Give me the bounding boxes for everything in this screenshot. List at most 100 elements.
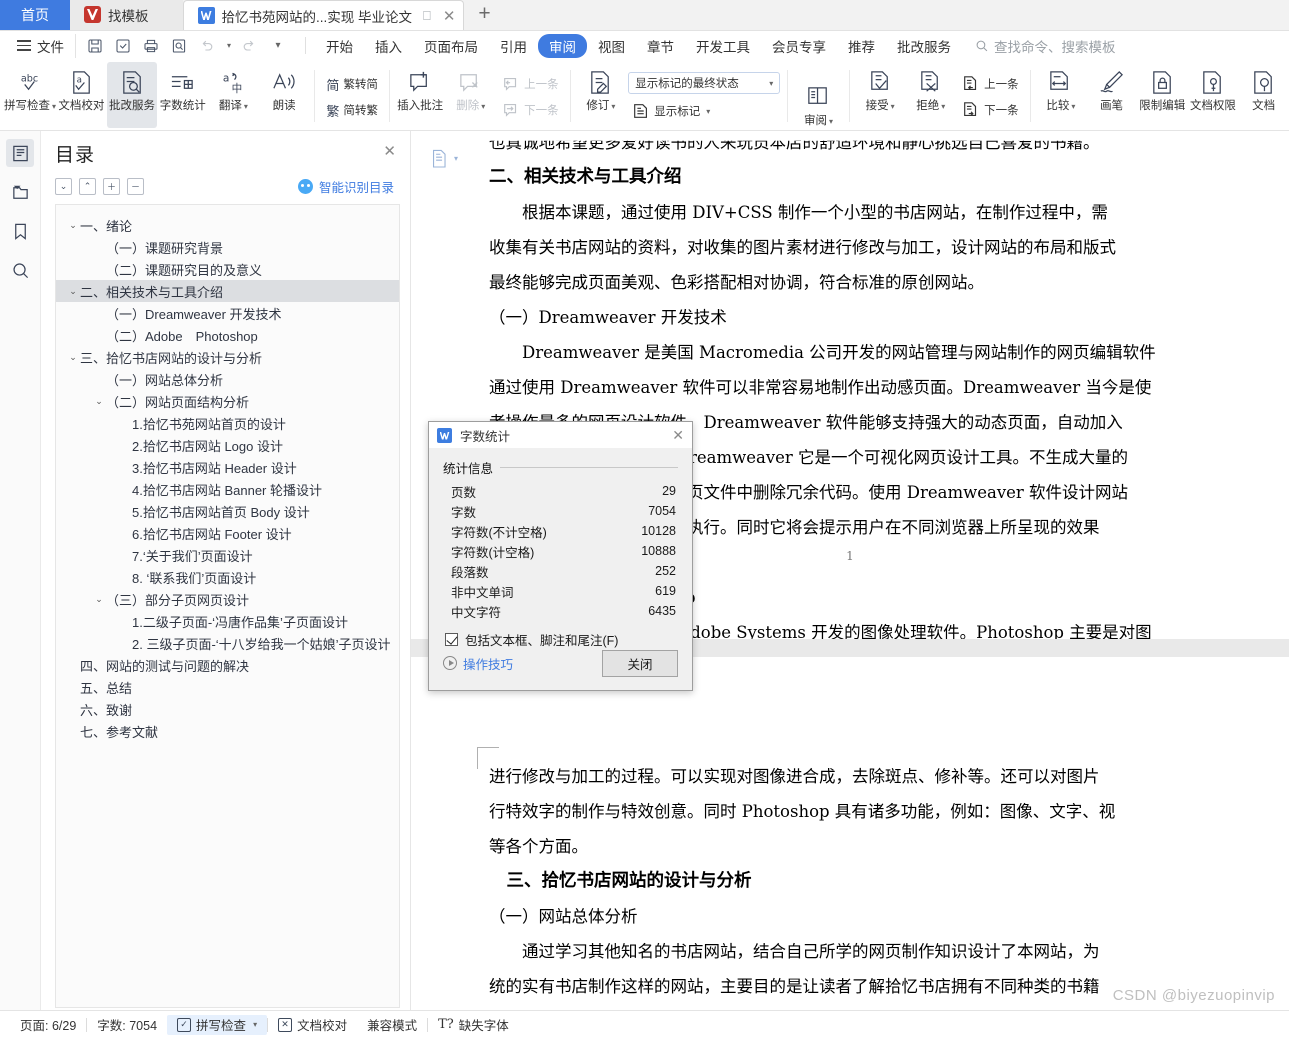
toc-item[interactable]: 五、总结 — [56, 676, 399, 698]
toc-item[interactable]: （二）课题研究目的及意义 — [56, 258, 399, 280]
outline-panel-icon[interactable] — [6, 139, 34, 167]
ribbon-prev-comment[interactable]: 上一条 — [498, 71, 563, 97]
chevron-down-icon[interactable]: ⌄ — [92, 594, 106, 605]
toc-item[interactable]: 1.拾忆书苑网站首页的设计 — [56, 412, 399, 434]
toc-item[interactable]: （一）网站总体分析 — [56, 368, 399, 390]
ribbon-accept[interactable]: 接受 ▾ — [855, 62, 906, 128]
save-as-icon[interactable] — [110, 34, 136, 58]
toc-item[interactable]: ⌄ 三、拾忆书店网站的设计与分析 — [56, 346, 399, 368]
toc-item[interactable]: 1.二级子页面-‘冯唐作品集’子页面设计 — [56, 610, 399, 632]
ribbon-trad-to-simp[interactable]: 简 繁转简 — [322, 71, 382, 97]
toc-item[interactable]: 4.拾忆书店网站 Banner 轮播设计 — [56, 478, 399, 500]
ribbon-proofread[interactable]: a 文档校对 — [56, 62, 107, 128]
menu-item-member[interactable]: 会员专享 — [761, 34, 837, 58]
ribbon-next-comment[interactable]: 下一条 — [498, 97, 563, 123]
chapter-panel-icon[interactable] — [6, 178, 34, 206]
ribbon-doc-permission[interactable]: 文档权限 — [1188, 62, 1239, 128]
toc-item[interactable]: 6.拾忆书店网站 Footer 设计 — [56, 522, 399, 544]
chevron-down-icon[interactable]: ⌄ — [66, 220, 80, 231]
collapse-up-icon[interactable]: ⌃ — [79, 178, 96, 195]
close-icon[interactable]: ✕ — [672, 427, 684, 444]
toc-item[interactable]: 3.拾忆书店网站 Header 设计 — [56, 456, 399, 478]
toc-item[interactable]: ⌄ （三）部分子页网页设计 — [56, 588, 399, 610]
file-menu-button[interactable]: 文件 — [8, 36, 73, 56]
print-preview-icon[interactable] — [166, 34, 192, 58]
status-spellcheck[interactable]: ✓ 拼写检查 ▾ — [167, 1014, 268, 1035]
menu-item-insert[interactable]: 插入 — [364, 34, 413, 58]
ribbon-compare[interactable]: 比较 ▾ — [1036, 62, 1087, 128]
tab-home[interactable]: 首页 — [0, 0, 70, 30]
ribbon-next-change[interactable]: 下一条 — [958, 97, 1023, 123]
ribbon-simp-to-trad[interactable]: 繁 简转繁 — [322, 97, 382, 123]
ribbon-delete-comment[interactable]: 删除 ▾ — [445, 62, 496, 128]
present-icon[interactable]: ⎕ — [423, 8, 431, 24]
ribbon-doc-encrypt[interactable]: 文档 — [1238, 62, 1289, 128]
status-proofread[interactable]: ✕ 文档校对 — [268, 1015, 357, 1035]
toc-item[interactable]: 2.拾忆书店网站 Logo 设计 — [56, 434, 399, 456]
menu-item-page-layout[interactable]: 页面布局 — [413, 34, 489, 58]
toc-item[interactable]: 8. ‘联系我们’页面设计 — [56, 566, 399, 588]
status-word-count[interactable]: 字数: 7054 — [87, 1015, 167, 1035]
toc-item[interactable]: 七、参考文献 — [56, 720, 399, 742]
menu-item-correction[interactable]: 批改服务 — [886, 34, 962, 58]
chevron-down-icon[interactable]: ⌄ — [66, 352, 80, 363]
ribbon-restrict-edit[interactable]: 限制编辑 — [1137, 62, 1188, 128]
ribbon-word-count[interactable]: 字数统计 — [157, 62, 208, 128]
search-input[interactable]: 查找命令、搜索模板 — [975, 36, 1116, 56]
toc-item[interactable]: 四、网站的测试与问题的解决 — [56, 654, 399, 676]
toc-item[interactable]: （二）Adobe Photoshop — [56, 324, 399, 346]
undo-dropdown-icon[interactable]: ▾ — [222, 34, 234, 58]
status-missing-font[interactable]: T? 缺失字体 — [428, 1015, 519, 1035]
menu-item-start[interactable]: 开始 — [315, 34, 364, 58]
print-icon[interactable] — [138, 34, 164, 58]
ribbon-spellcheck[interactable]: abc 拼写检查 ▾ — [4, 62, 56, 128]
save-icon[interactable] — [82, 34, 108, 58]
menu-item-chapter[interactable]: 章节 — [636, 34, 685, 58]
ribbon-brush-pen[interactable]: 画笔 — [1086, 62, 1137, 128]
bookmark-panel-icon[interactable] — [6, 217, 34, 245]
ribbon-translate[interactable]: a中 翻译 ▾ — [208, 62, 259, 128]
search-panel-icon[interactable] — [6, 256, 34, 284]
chevron-down-icon[interactable]: ⌄ — [66, 286, 80, 297]
tab-document[interactable]: 拾忆书苑网站的...实现 毕业论文 ⎕ ✕ — [182, 0, 465, 30]
close-icon[interactable]: ✕ — [443, 7, 456, 25]
ribbon-show-markup[interactable]: 显示标记 ▾ — [628, 98, 780, 124]
revision-balloon-icon[interactable]: ▾ — [431, 149, 458, 168]
new-tab-button[interactable]: + — [464, 2, 504, 30]
ribbon-read-aloud[interactable]: 朗读 — [259, 62, 310, 128]
word-count-dialog[interactable]: 字数统计 ✕ 统计信息 页数 29 字数 7054 字符数(不计空格) 10128 字符数(… — [428, 421, 693, 691]
close-button[interactable]: 关闭 — [602, 649, 678, 677]
markup-state-select[interactable]: 显示标记的最终状态 ▾ — [628, 72, 781, 94]
ribbon-insert-comment[interactable]: 插入批注 — [395, 62, 446, 128]
toc-item[interactable]: 7.‘关于我们’页面设计 — [56, 544, 399, 566]
menu-item-dev-tools[interactable]: 开发工具 — [685, 34, 761, 58]
ribbon-review-pane[interactable]: 审阅 ▾ — [793, 62, 844, 128]
menu-item-review[interactable]: 审阅 — [538, 33, 587, 58]
chevron-down-icon[interactable]: ⌄ — [92, 396, 106, 407]
toc-item[interactable]: 5.拾忆书店网站首页 Body 设计 — [56, 500, 399, 522]
ribbon-reject[interactable]: 拒绝 ▾ — [905, 62, 956, 128]
ribbon-track-changes[interactable]: 修订 ▾ — [576, 62, 627, 128]
customize-icon[interactable]: ▾ — [264, 34, 290, 58]
toc-item[interactable]: 六、致谢 — [56, 698, 399, 720]
redo-icon[interactable] — [236, 34, 262, 58]
toc-item[interactable]: ⌄ 一、绪论 — [56, 214, 399, 236]
tips-link[interactable]: 操作技巧 — [443, 654, 513, 673]
collapse-all-icon[interactable]: － — [127, 178, 144, 195]
expand-all-icon[interactable]: ＋ — [103, 178, 120, 195]
undo-icon[interactable] — [194, 34, 220, 58]
smart-toc-button[interactable]: 智能识别目录 — [297, 177, 394, 196]
status-compat-mode[interactable]: 兼容模式 — [357, 1015, 427, 1035]
expand-down-icon[interactable]: ⌄ — [55, 178, 72, 195]
status-page[interactable]: 页面: 6/29 — [10, 1015, 86, 1035]
toc-close-icon[interactable]: ✕ — [383, 142, 396, 160]
menu-item-view[interactable]: 视图 — [587, 34, 636, 58]
menu-item-references[interactable]: 引用 — [489, 34, 538, 58]
ribbon-prev-change[interactable]: 上一条 — [958, 71, 1023, 97]
menu-item-recommend[interactable]: 推荐 — [837, 34, 886, 58]
ribbon-correction-service[interactable]: 批改服务 — [106, 62, 158, 128]
tab-find-template[interactable]: 找模板 — [70, 0, 183, 30]
toc-item[interactable]: （一）Dreamweaver 开发技术 — [56, 302, 399, 324]
toc-item[interactable]: 2. 三级子页面-‘十八岁给我一个姑娘’子页设计 — [56, 632, 399, 654]
toc-list[interactable]: ⌄ 一、绪论 （一）课题研究背景 （二）课题研究目的及意义 ⌄ 二、相关技术与工具介绍 （一… — [55, 204, 400, 1008]
